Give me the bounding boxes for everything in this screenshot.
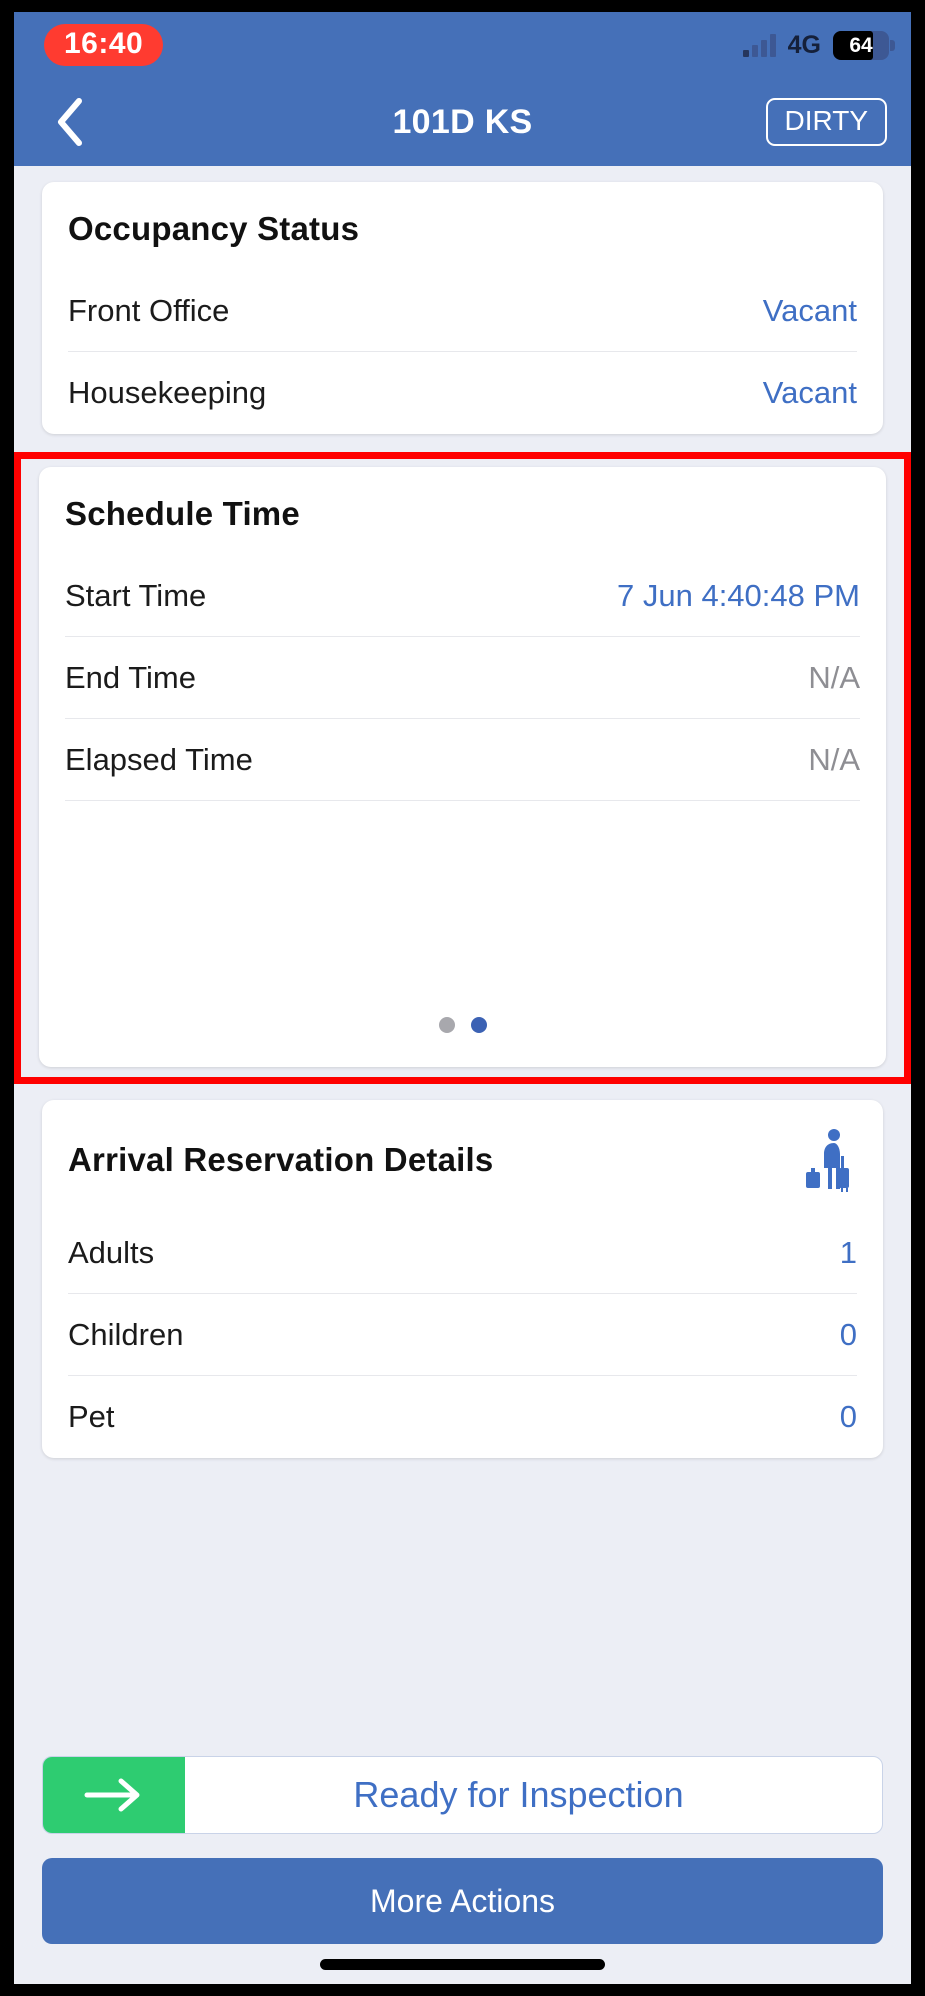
row-value: N/A: [808, 659, 860, 695]
table-row: Elapsed Time N/A: [65, 719, 860, 801]
occupancy-card-title: Occupancy Status: [68, 210, 360, 247]
ready-for-inspection-label: Ready for Inspection: [353, 1774, 684, 1815]
status-badge[interactable]: DIRTY: [765, 98, 887, 146]
signal-bars-icon: [742, 33, 776, 57]
row-label: Start Time: [65, 577, 207, 613]
table-row: End Time N/A: [65, 637, 860, 719]
arrival-card-title: Arrival Reservation Details: [68, 1141, 494, 1178]
pagination-dot-1[interactable]: [438, 1017, 455, 1033]
network-type-label: 4G: [787, 30, 821, 59]
row-value: 1: [839, 1234, 857, 1270]
row-value: 7 Jun 4:40:48 PM: [617, 577, 860, 613]
schedule-time-highlight: Schedule Time Start Time 7 Jun 4:40:48 P…: [14, 452, 911, 1084]
table-row: Pet 0: [68, 1376, 857, 1458]
row-label: Adults: [68, 1234, 155, 1270]
row-value: N/A: [808, 741, 860, 777]
table-row: Adults 1: [68, 1212, 857, 1294]
carousel-pagination: [65, 1017, 860, 1067]
arrival-reservation-card: Arrival Reservation Details Adults 1 Chi…: [42, 1100, 883, 1458]
phone-frame: 16:40 4G 64 101D KS DIRTY Occupancy Stat…: [0, 0, 925, 1996]
row-label: Housekeeping: [68, 375, 267, 410]
back-button[interactable]: [44, 96, 96, 148]
row-label: End Time: [65, 659, 196, 695]
traveler-luggage-icon: [806, 1129, 849, 1192]
home-indicator[interactable]: [320, 1958, 605, 1970]
arrow-right-icon: [84, 1778, 140, 1812]
pagination-dot-2[interactable]: [470, 1017, 487, 1033]
table-row: Front Office Vacant: [68, 270, 857, 352]
schedule-time-card: Schedule Time Start Time 7 Jun 4:40:48 P…: [39, 467, 886, 1067]
row-value: 0: [839, 1316, 857, 1352]
home-indicator-area: [14, 1944, 911, 1984]
nav-bar: 101D KS DIRTY: [14, 78, 911, 166]
row-label: Children: [68, 1316, 184, 1352]
table-row: Children 0: [68, 1294, 857, 1376]
row-label: Elapsed Time: [65, 741, 253, 777]
row-value: Vacant: [762, 292, 857, 328]
scroll-content[interactable]: Occupancy Status Front Office Vacant Hou…: [14, 166, 911, 1742]
occupancy-status-card: Occupancy Status Front Office Vacant Hou…: [42, 182, 883, 434]
ready-for-inspection-button[interactable]: Ready for Inspection: [42, 1756, 883, 1834]
row-value: 0: [839, 1399, 857, 1434]
more-actions-button[interactable]: More Actions: [42, 1858, 883, 1944]
row-label: Front Office: [68, 292, 230, 328]
schedule-time-body: Schedule Time Start Time 7 Jun 4:40:48 P…: [65, 467, 860, 1017]
bottom-action-bar: Ready for Inspection More Actions: [14, 1742, 911, 1944]
arrival-card-header: Arrival Reservation Details: [68, 1100, 857, 1212]
table-row: Start Time 7 Jun 4:40:48 PM: [65, 555, 860, 637]
battery-icon: 64: [833, 30, 895, 60]
status-bar-clock: 16:40: [44, 24, 164, 66]
row-label: Pet: [68, 1399, 115, 1434]
inspection-arrow-box: [43, 1757, 185, 1833]
chevron-left-icon: [58, 98, 82, 146]
battery-percent-label: 64: [849, 33, 873, 57]
status-bar-indicators: 4G 64: [742, 30, 895, 60]
status-bar: 16:40 4G 64: [14, 12, 911, 78]
row-value: Vacant: [762, 375, 857, 410]
app-screen: 16:40 4G 64 101D KS DIRTY Occupancy Stat…: [14, 12, 911, 1984]
schedule-card-title: Schedule Time: [65, 495, 300, 532]
table-row: Housekeeping Vacant: [68, 352, 857, 434]
